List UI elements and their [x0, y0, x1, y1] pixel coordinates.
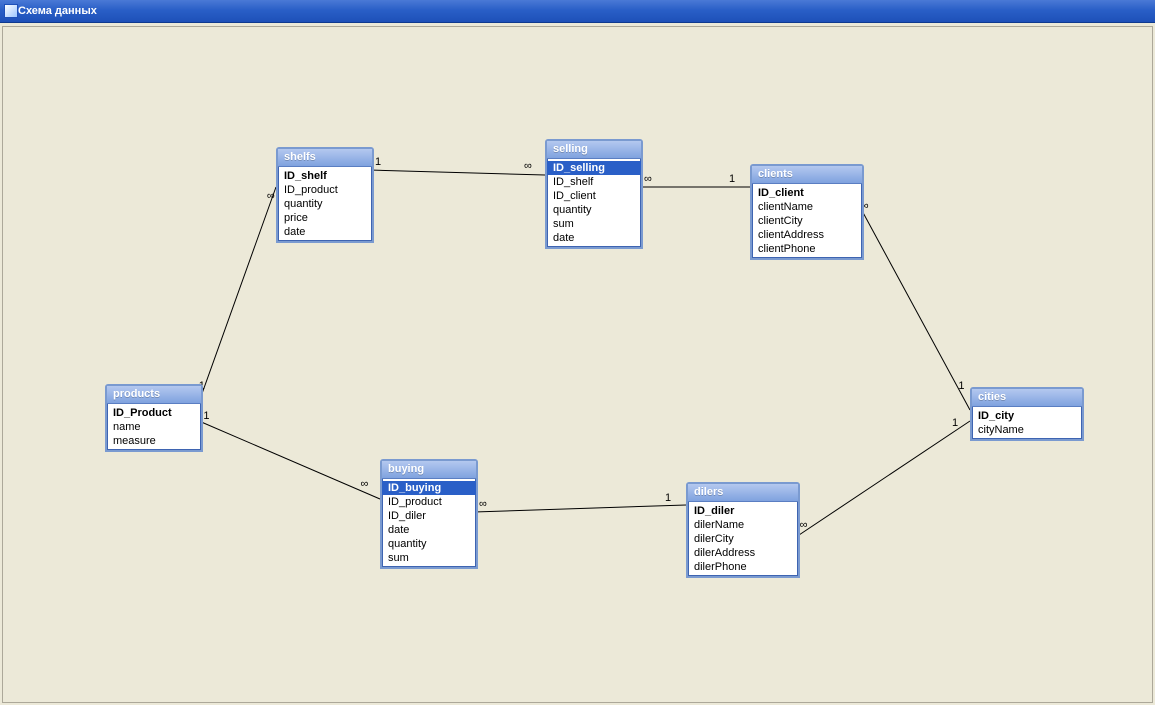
field-ID_shelf[interactable]: ID_shelf: [278, 169, 372, 183]
table-products[interactable]: productsID_Productnamemeasure: [105, 384, 203, 452]
cardinality-label: 1: [958, 380, 964, 392]
field-list: ID_citycityName: [972, 407, 1082, 439]
table-header[interactable]: dilers: [688, 484, 798, 502]
field-list: ID_clientclientNameclientCityclientAddre…: [752, 184, 862, 258]
field-ID_buying[interactable]: ID_buying: [382, 481, 476, 495]
table-selling[interactable]: sellingID_sellingID_shelfID_clientquanti…: [545, 139, 643, 249]
field-quantity[interactable]: quantity: [547, 203, 641, 217]
field-sum[interactable]: sum: [547, 217, 641, 231]
cardinality-label: 1: [375, 156, 381, 168]
field-cityName[interactable]: cityName: [972, 423, 1082, 437]
table-header[interactable]: cities: [972, 389, 1082, 407]
field-ID_Product[interactable]: ID_Product: [107, 406, 201, 420]
field-clientPhone[interactable]: clientPhone: [752, 242, 862, 256]
field-clientCity[interactable]: clientCity: [752, 214, 862, 228]
field-list: ID_sellingID_shelfID_clientquantitysumda…: [547, 159, 641, 247]
table-cities[interactable]: citiesID_citycityName: [970, 387, 1084, 441]
table-header[interactable]: buying: [382, 461, 476, 479]
cardinality-label: ∞: [800, 519, 808, 531]
cardinality-label: ∞: [644, 173, 652, 185]
field-date[interactable]: date: [278, 225, 372, 239]
title-bar[interactable]: Схема данных: [0, 0, 1155, 23]
field-ID_diler[interactable]: ID_diler: [382, 509, 476, 523]
field-quantity[interactable]: quantity: [382, 537, 476, 551]
field-list: ID_Productnamemeasure: [107, 404, 201, 450]
table-header[interactable]: selling: [547, 141, 641, 159]
field-name[interactable]: name: [107, 420, 201, 434]
field-ID_diler[interactable]: ID_diler: [688, 504, 798, 518]
field-ID_selling[interactable]: ID_selling: [547, 161, 641, 175]
cardinality-label: 1: [729, 173, 735, 185]
field-dilerPhone[interactable]: dilerPhone: [688, 560, 798, 574]
cardinality-label: 1: [952, 417, 958, 429]
table-clients[interactable]: clientsID_clientclientNameclientCityclie…: [750, 164, 864, 260]
diagram-canvas[interactable]: 1∞1∞1∞∞1∞1∞1∞1productsID_Productnamemeas…: [2, 26, 1153, 703]
data-schema-window: Схема данных 1∞1∞1∞∞1∞1∞1∞1productsID_Pr…: [0, 0, 1155, 705]
field-measure[interactable]: measure: [107, 434, 201, 448]
field-dilerCity[interactable]: dilerCity: [688, 532, 798, 546]
field-ID_city[interactable]: ID_city: [972, 409, 1082, 423]
field-list: ID_buyingID_productID_dilerdatequantitys…: [382, 479, 476, 567]
table-dilers[interactable]: dilersID_dilerdilerNamedilerCitydilerAdd…: [686, 482, 800, 578]
field-ID_client[interactable]: ID_client: [752, 186, 862, 200]
field-date[interactable]: date: [382, 523, 476, 537]
field-ID_product[interactable]: ID_product: [382, 495, 476, 509]
cardinality-label: ∞: [524, 160, 532, 172]
field-dilerAddress[interactable]: dilerAddress: [688, 546, 798, 560]
field-clientName[interactable]: clientName: [752, 200, 862, 214]
cardinality-label: 1: [203, 410, 209, 422]
table-header[interactable]: products: [107, 386, 201, 404]
field-dilerName[interactable]: dilerName: [688, 518, 798, 532]
window-title: Схема данных: [18, 5, 97, 17]
table-header[interactable]: shelfs: [278, 149, 372, 167]
app-icon: [4, 4, 18, 18]
field-sum[interactable]: sum: [382, 551, 476, 565]
cardinality-label: ∞: [479, 498, 487, 510]
field-ID_client[interactable]: ID_client: [547, 189, 641, 203]
field-price[interactable]: price: [278, 211, 372, 225]
field-date[interactable]: date: [547, 231, 641, 245]
cardinality-label: ∞: [360, 478, 368, 490]
field-list: ID_dilerdilerNamedilerCitydilerAddressdi…: [688, 502, 798, 576]
field-clientAddress[interactable]: clientAddress: [752, 228, 862, 242]
field-quantity[interactable]: quantity: [278, 197, 372, 211]
cardinality-label: ∞: [267, 190, 275, 202]
table-header[interactable]: clients: [752, 166, 862, 184]
field-ID_shelf[interactable]: ID_shelf: [547, 175, 641, 189]
table-buying[interactable]: buyingID_buyingID_productID_dilerdatequa…: [380, 459, 478, 569]
relationship-lines: [3, 27, 1153, 705]
field-list: ID_shelfID_productquantitypricedate: [278, 167, 372, 241]
cardinality-label: 1: [665, 492, 671, 504]
table-shelfs[interactable]: shelfsID_shelfID_productquantitypricedat…: [276, 147, 374, 243]
field-ID_product[interactable]: ID_product: [278, 183, 372, 197]
